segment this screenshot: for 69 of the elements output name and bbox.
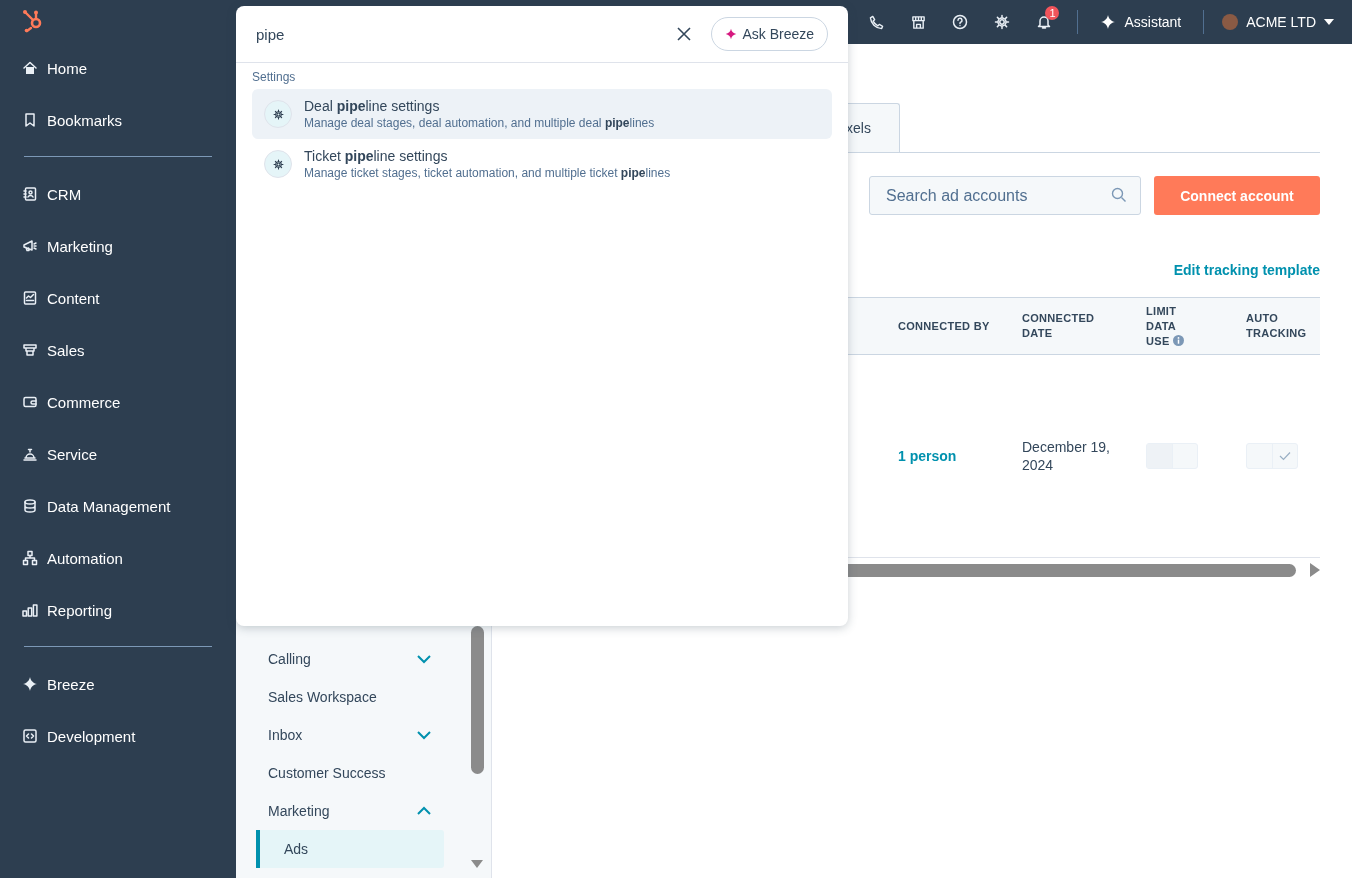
home-icon (22, 60, 38, 76)
ask-breeze-button[interactable]: Ask Breeze (711, 17, 828, 51)
sparkle-icon (1100, 14, 1117, 30)
avatar-icon (1222, 14, 1239, 30)
result-description: Manage deal stages, deal automation, and multiple deal pipelines (304, 116, 655, 130)
toggle[interactable] (1246, 443, 1298, 469)
search-result[interactable]: Ticket pipeline settings Manage ticket stages, ticket automation, and multiple ticket pipelines (252, 139, 832, 189)
nav-item[interactable]: CRM (0, 168, 82, 220)
nav-item[interactable]: Breeze (0, 658, 95, 710)
notification-badge: 1 (1045, 6, 1060, 20)
nav-item[interactable]: Home (0, 42, 87, 94)
nav-item[interactable]: Customer Success (256, 754, 444, 792)
help-icon (952, 14, 969, 30)
info-icon (1172, 334, 1184, 346)
nav-item[interactable]: Ads (256, 830, 444, 868)
scrollbar-thumb[interactable] (470, 626, 484, 774)
column-header: CONNECTED DATE (1022, 297, 1146, 355)
scrollbar-thumb[interactable] (846, 563, 1296, 577)
code-icon (22, 728, 38, 744)
caret-icon (1324, 19, 1334, 25)
phone-icon (868, 14, 884, 30)
document-icon (22, 290, 38, 306)
nav-item[interactable]: Marketing (0, 220, 113, 272)
scroll-right-icon (1310, 563, 1320, 577)
column-header: AUTO TRACKING (1246, 297, 1320, 355)
settings-icon (994, 14, 1011, 30)
nav-item[interactable]: Development (0, 710, 136, 762)
connected-by-link[interactable]: 1 person (898, 448, 957, 464)
result-description: Manage ticket stages, ticket automation, and multiple ticket pipelines (304, 166, 671, 180)
bar-chart-icon (22, 602, 38, 618)
result-title: Deal pipeline settings (304, 98, 441, 114)
nav-item[interactable]: Sales (0, 324, 85, 376)
nav-item[interactable]: Marketing (256, 792, 444, 830)
scroll-down-icon (471, 860, 483, 868)
assistant-button[interactable]: Assistant (1090, 14, 1192, 30)
nav-item[interactable]: Inbox (256, 716, 444, 754)
nav-item[interactable]: Calling (256, 640, 444, 678)
database-icon (22, 498, 38, 514)
sparkle-icon (22, 676, 38, 692)
nav-item[interactable]: Data Management (0, 480, 171, 532)
bookmark-icon (22, 112, 38, 128)
wallet-icon (22, 394, 38, 410)
nav-item[interactable]: Reporting (0, 584, 113, 636)
workflow-icon (22, 550, 38, 566)
gear-glyph (272, 158, 284, 170)
nav-item[interactable]: Commerce (0, 376, 121, 428)
nav-item[interactable]: Service (0, 428, 98, 480)
store-icon (910, 14, 926, 30)
bell-icon (22, 446, 38, 462)
nav-item[interactable]: Content (0, 272, 100, 324)
search-icon (1111, 187, 1127, 203)
check-icon (1278, 451, 1291, 461)
column-header: CONNECTED BY (898, 297, 1022, 355)
nav-item[interactable]: Automation (0, 532, 123, 584)
edit-tracking-template-link[interactable]: Edit tracking template (1173, 262, 1320, 278)
account-menu[interactable]: ACME LTD (1216, 14, 1334, 30)
nav-item[interactable]: Bookmarks (0, 94, 123, 146)
gear-glyph (272, 108, 284, 120)
megaphone-icon (22, 238, 38, 254)
close-icon (677, 27, 692, 41)
result-title: Ticket pipeline settings (304, 148, 449, 164)
funnel-icon (22, 342, 38, 358)
nav-item[interactable]: Sales Workspace (256, 678, 444, 716)
section-label: Settings (251, 69, 297, 86)
contacts-icon (22, 186, 38, 202)
column-header: LIMIT DATA USE (1146, 297, 1246, 355)
search-result[interactable]: Deal pipeline settings Manage deal stages, deal automation, and multiple deal pipelines (252, 89, 832, 139)
sparkle-icon (725, 28, 738, 40)
search-field[interactable]: Search ad accounts (869, 176, 1141, 215)
